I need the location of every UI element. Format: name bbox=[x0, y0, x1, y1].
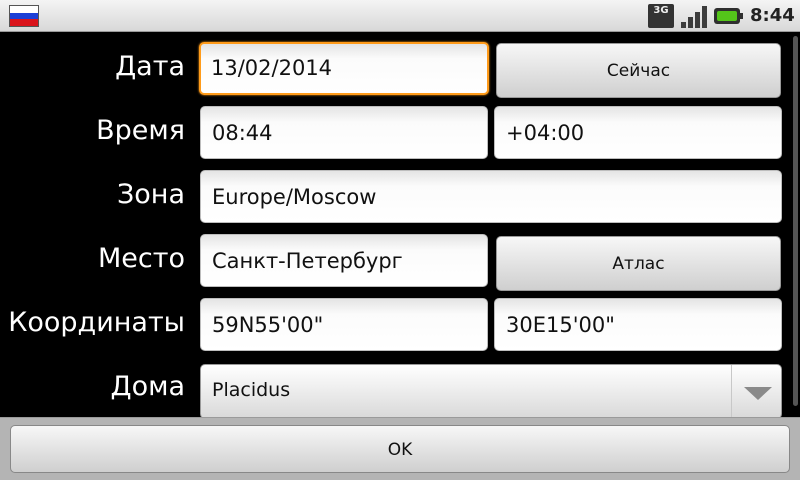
signal-icon bbox=[681, 4, 709, 28]
houses-label: Дома bbox=[110, 371, 185, 402]
now-button[interactable]: Сейчас bbox=[496, 43, 781, 98]
place-field[interactable]: Санкт-Петербург bbox=[200, 234, 488, 287]
timezone-offset-field[interactable]: +04:00 bbox=[494, 106, 782, 159]
date-field[interactable]: 13/02/2014 bbox=[199, 42, 489, 95]
latitude-field[interactable]: 59N55'00" bbox=[200, 298, 488, 351]
chevron-down-icon[interactable] bbox=[731, 365, 781, 418]
status-bar: 3G 8:44 bbox=[0, 0, 800, 32]
longitude-field[interactable]: 30E15'00" bbox=[494, 298, 782, 351]
scrollbar[interactable] bbox=[793, 36, 798, 406]
status-clock: 8:44 bbox=[750, 5, 795, 26]
date-label: Дата bbox=[115, 51, 185, 82]
house-system-value: Placidus bbox=[212, 379, 291, 401]
house-system-select[interactable]: Placidus bbox=[200, 364, 782, 419]
ok-button[interactable]: OK bbox=[10, 425, 790, 473]
battery-charging-icon bbox=[714, 4, 744, 28]
time-field[interactable]: 08:44 bbox=[200, 106, 488, 159]
russian-flag-icon bbox=[9, 5, 39, 27]
zone-field[interactable]: Europe/Moscow bbox=[200, 170, 782, 223]
time-label: Время bbox=[96, 115, 185, 146]
zone-label: Зона bbox=[116, 179, 185, 210]
coordinates-label: Координаты bbox=[8, 307, 185, 338]
network-3g-icon: 3G bbox=[648, 4, 674, 28]
place-label: Место bbox=[98, 243, 185, 274]
atlas-button[interactable]: Атлас bbox=[496, 236, 781, 291]
footer-bar: OK bbox=[0, 417, 800, 480]
